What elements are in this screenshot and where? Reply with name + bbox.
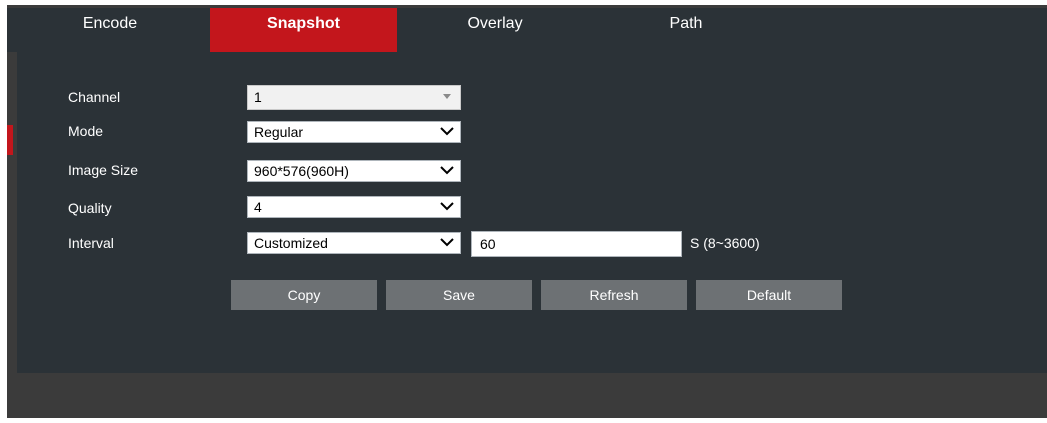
tab-path[interactable]: Path	[593, 8, 779, 52]
triangle-down-icon	[434, 86, 460, 106]
channel-label: Channel	[68, 89, 121, 105]
channel-select[interactable]: 1	[247, 85, 461, 110]
tab-overlay[interactable]: Overlay	[397, 8, 593, 52]
active-section-marker	[7, 125, 13, 155]
chevron-down-icon	[440, 238, 454, 247]
tab-bar-filler	[779, 8, 1047, 52]
chevron-down-icon	[440, 127, 454, 136]
interval-label: Interval	[68, 235, 114, 251]
refresh-button[interactable]: Refresh	[541, 280, 687, 310]
interval-select[interactable]: Customized	[247, 232, 461, 254]
mode-select[interactable]: Regular	[247, 121, 461, 143]
image-size-select[interactable]: 960*576(960H)	[247, 160, 461, 182]
tab-snapshot[interactable]: Snapshot	[210, 8, 397, 52]
chevron-down-icon	[440, 166, 454, 175]
interval-unit-label: S (8~3600)	[690, 235, 760, 251]
tab-encode[interactable]: Encode	[12, 8, 208, 52]
interval-seconds-input[interactable]: 60	[471, 231, 682, 257]
copy-button[interactable]: Copy	[231, 280, 377, 310]
default-button[interactable]: Default	[696, 280, 842, 310]
chevron-down-icon	[440, 202, 454, 211]
image-size-value: 960*576(960H)	[254, 163, 349, 179]
channel-value: 1	[254, 89, 262, 105]
interval-seconds-value: 60	[480, 236, 496, 252]
image-size-label: Image Size	[68, 162, 139, 178]
mode-label: Mode	[68, 123, 104, 139]
footer-band	[7, 373, 1047, 418]
quality-label: Quality	[68, 200, 112, 216]
quality-select[interactable]: 4	[247, 196, 461, 218]
quality-value: 4	[254, 199, 262, 215]
mode-value: Regular	[254, 124, 304, 140]
settings-panel	[17, 52, 1047, 373]
save-button[interactable]: Save	[386, 280, 532, 310]
interval-value: Customized	[254, 235, 328, 251]
